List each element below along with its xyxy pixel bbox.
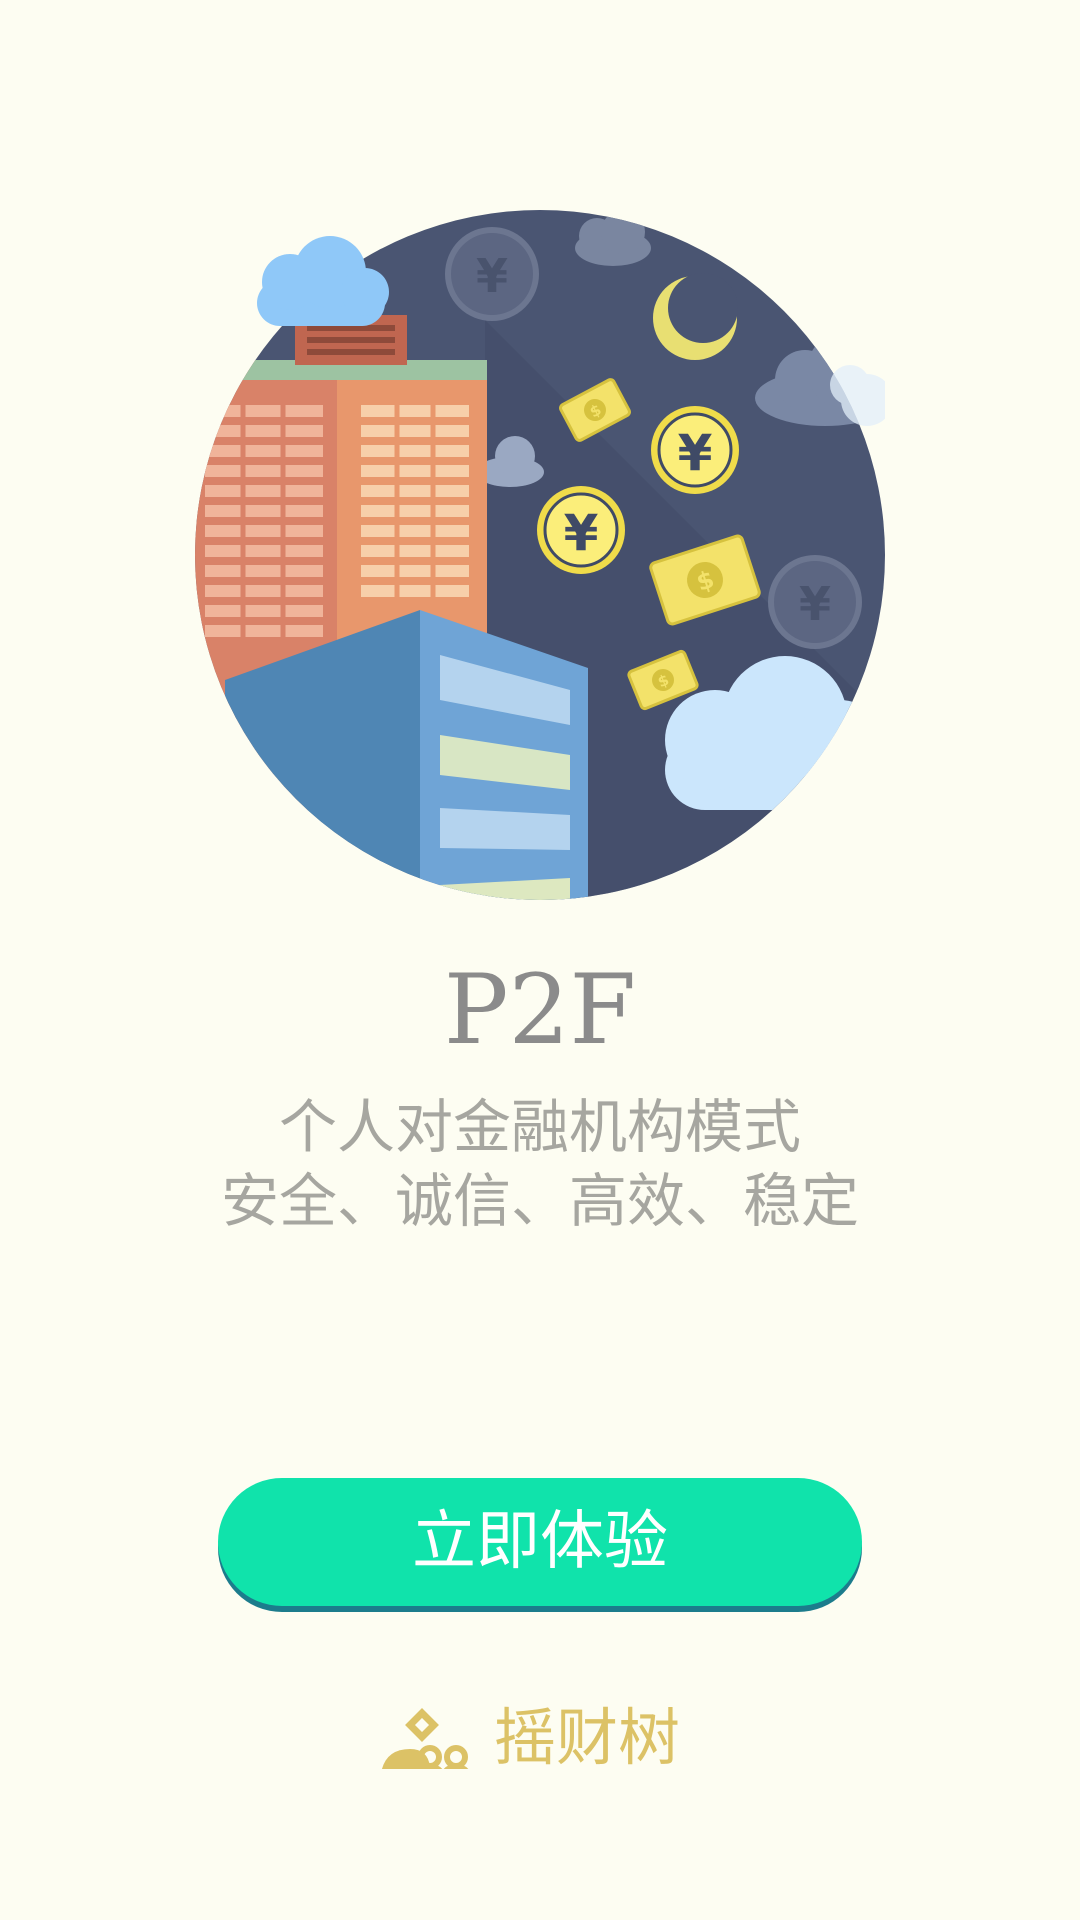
brand-title: P2F: [443, 954, 637, 1066]
svg-text:¥: ¥: [564, 504, 599, 562]
tagline-line-1: 个人对金融机构模式: [278, 1093, 801, 1161]
svg-text:¥: ¥: [476, 249, 508, 303]
people-logo-icon: [381, 1708, 469, 1769]
onboarding-screen: ¥ ¥ ¥ ¥ $ $ $ P2F 个人对金融机构模式 安全、诚信、高效、稳定 …: [0, 0, 1080, 1920]
faded-yuan-coin-icon: ¥: [445, 227, 539, 321]
svg-text:¥: ¥: [799, 577, 831, 631]
tagline-line-2: 安全、诚信、高效、稳定: [220, 1167, 859, 1235]
yuan-coin-icon: ¥: [651, 406, 739, 494]
footer-logo: 摇财树: [370, 1705, 730, 1769]
try-now-button[interactable]: 立即体验: [218, 1478, 862, 1606]
yuan-coin-icon: ¥: [537, 486, 625, 574]
svg-text:¥: ¥: [678, 424, 713, 482]
logo-text: 摇财树: [494, 1705, 681, 1769]
city-finance-illustration: ¥ ¥ ¥ ¥ $ $ $: [195, 210, 885, 900]
blue-cloud-icon: [257, 236, 389, 326]
faded-yuan-coin-icon: ¥: [768, 555, 862, 649]
